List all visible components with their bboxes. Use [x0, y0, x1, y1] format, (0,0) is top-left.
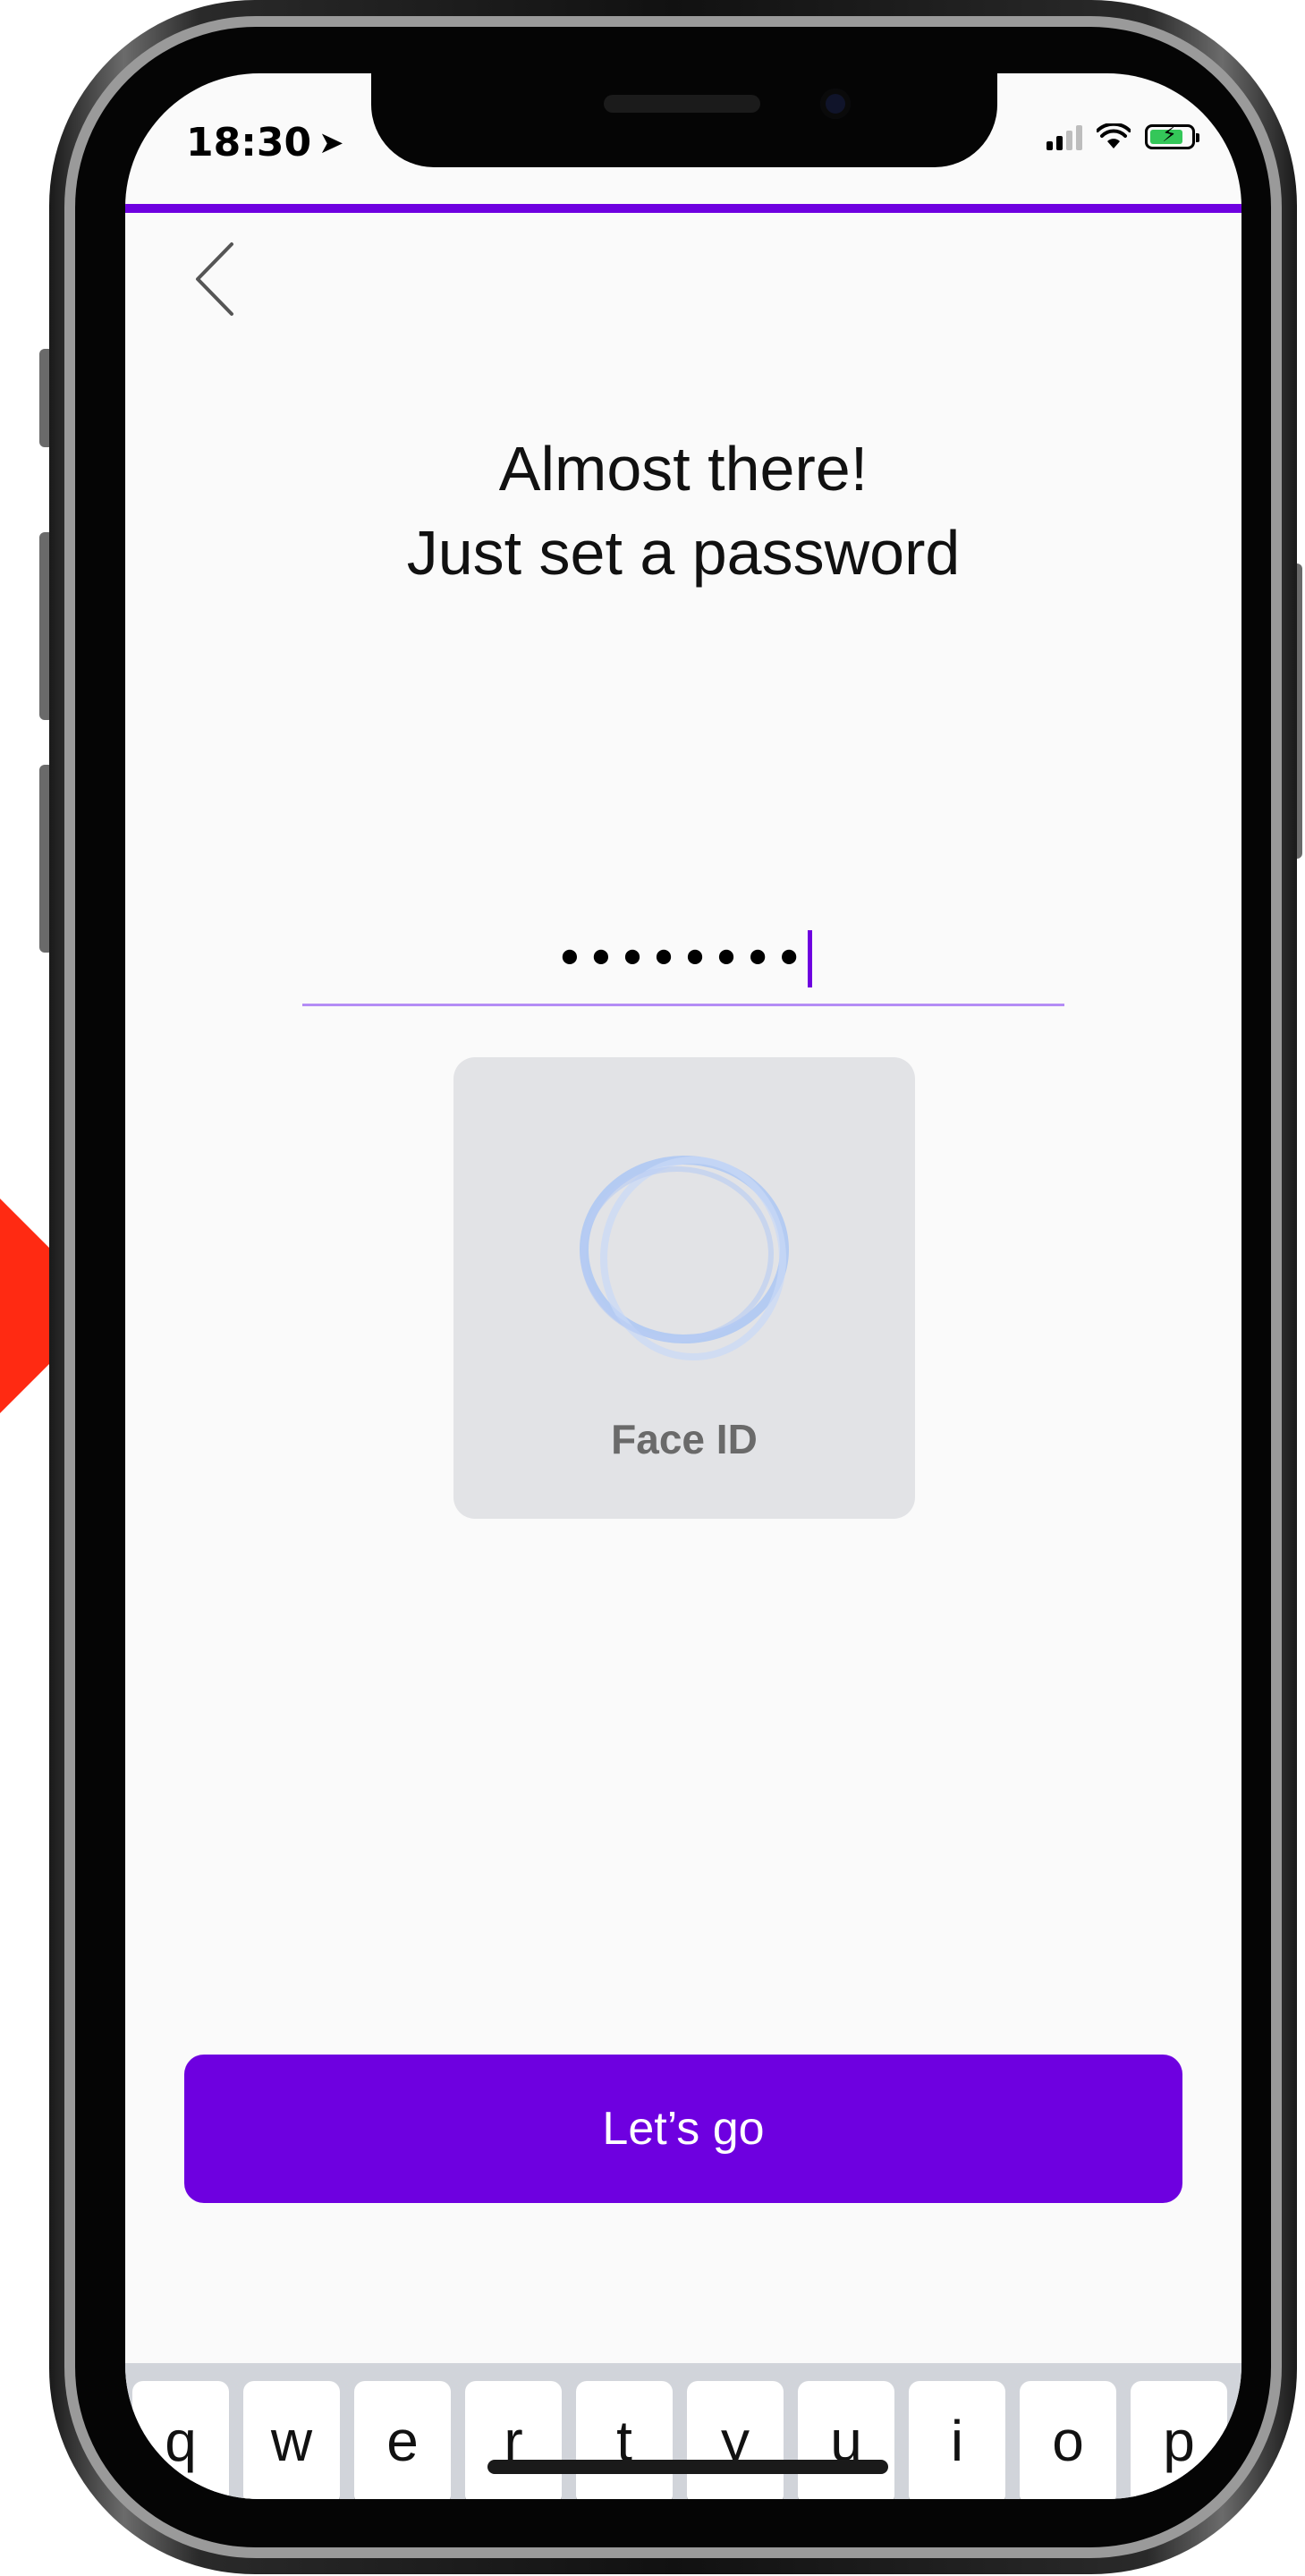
wifi-icon	[1097, 123, 1131, 148]
faceid-icon	[580, 1156, 789, 1360]
key-p[interactable]: p	[1131, 2381, 1227, 2499]
password-input[interactable]: ••••••••	[302, 914, 1064, 1006]
keyboard: q w e r t y u i o p	[125, 2363, 1241, 2499]
earpiece-speaker	[604, 95, 760, 113]
faceid-label: Face ID	[611, 1416, 758, 1462]
front-camera	[820, 89, 851, 119]
key-i[interactable]: i	[909, 2381, 1005, 2499]
phone-screen: 18:30 ➤ ⚡ Almost there! Just set a passw…	[125, 73, 1241, 2499]
title-line-1: Almost there!	[498, 434, 869, 504]
key-w[interactable]: w	[243, 2381, 340, 2499]
notch	[371, 73, 997, 167]
chevron-left-icon	[196, 242, 233, 316]
text-caret	[807, 930, 812, 987]
key-y[interactable]: y	[687, 2381, 784, 2499]
charging-bolt-icon: ⚡	[1162, 122, 1177, 147]
password-value: ••••••••	[555, 929, 806, 988]
title-line-2: Just set a password	[406, 518, 961, 588]
key-u[interactable]: u	[798, 2381, 894, 2499]
key-r[interactable]: r	[465, 2381, 562, 2499]
battery-icon: ⚡	[1145, 122, 1199, 149]
location-arrow-icon: ➤	[318, 124, 344, 161]
key-o[interactable]: o	[1020, 2381, 1116, 2499]
status-bar-time: 18:30 ➤	[186, 120, 344, 165]
faceid-overlay: Face ID	[453, 1057, 915, 1519]
page-title: Almost there! Just set a password	[125, 427, 1241, 595]
home-indicator[interactable]	[487, 2460, 888, 2474]
back-button[interactable]	[188, 234, 242, 324]
status-bar-right: ⚡	[1047, 122, 1199, 150]
key-t[interactable]: t	[576, 2381, 673, 2499]
clock-text: 18:30	[186, 120, 312, 165]
key-e[interactable]: e	[354, 2381, 451, 2499]
lets-go-button[interactable]: Let’s go	[184, 2055, 1182, 2203]
cellular-signal-icon	[1047, 123, 1082, 150]
header-accent-line	[125, 204, 1241, 213]
key-q[interactable]: q	[132, 2381, 229, 2499]
